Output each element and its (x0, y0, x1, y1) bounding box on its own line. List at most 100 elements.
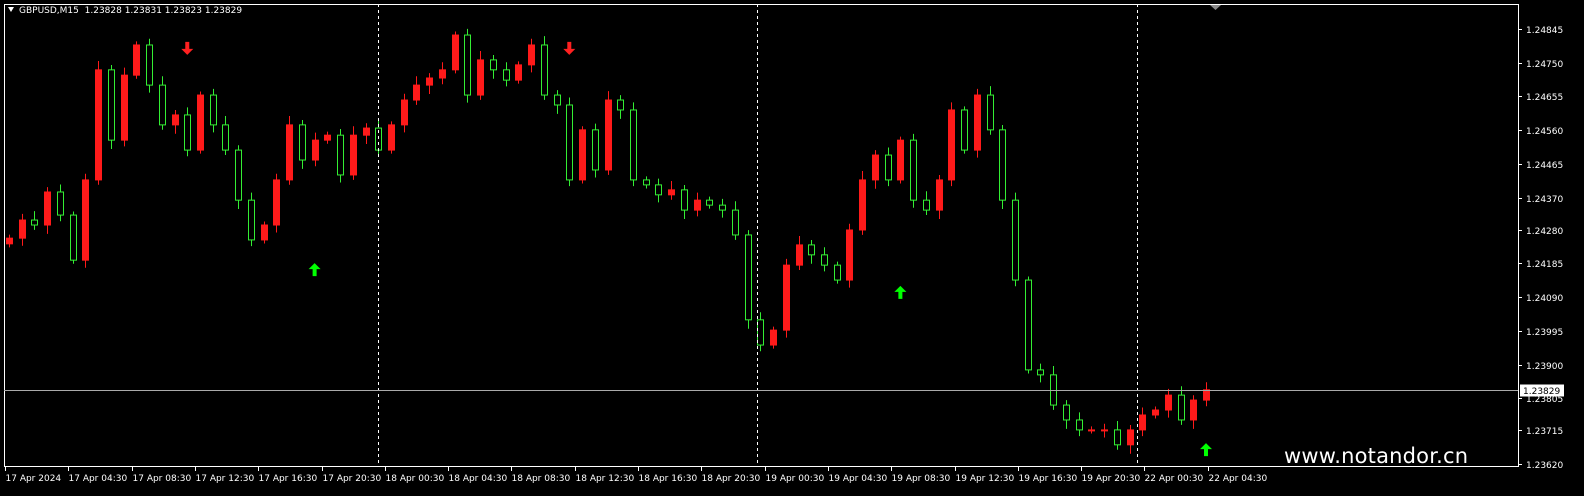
candle-body (273, 179, 280, 226)
bear-candle (464, 28, 471, 103)
bear-candle (566, 97, 573, 187)
candle-body (312, 139, 319, 161)
y-tick-label: 1.24370 (1526, 195, 1563, 205)
bull-candle (312, 132, 319, 167)
bull-candle (872, 150, 879, 189)
bear-candle (630, 102, 637, 187)
candle-body (1190, 399, 1197, 421)
candle-body (961, 109, 968, 151)
bull-candle (605, 91, 612, 175)
bull-candle (413, 76, 420, 105)
candle-body (82, 179, 89, 261)
candle-body (299, 124, 306, 161)
bull-candle (44, 187, 51, 234)
bull-candle (668, 180, 675, 200)
x-tick-label: 19 Apr 12:30 (956, 474, 1015, 484)
x-tick-label: 18 Apr 20:30 (702, 474, 761, 484)
candle-body (846, 229, 853, 281)
ohlc-quote: 1.23828 1.23831 1.23823 1.23829 (84, 6, 243, 16)
x-tick-label: 22 Apr 04:30 (1209, 474, 1268, 484)
bear-candle (706, 196, 713, 209)
x-tick-label: 18 Apr 08:30 (512, 474, 571, 484)
candle-body (796, 244, 803, 266)
bull-candle (439, 62, 446, 85)
bear-candle (159, 76, 166, 130)
bull-candle (579, 126, 586, 184)
x-tick-label: 17 Apr 2024 (6, 474, 62, 484)
candle-body (1203, 389, 1210, 401)
bear-candle (490, 55, 497, 79)
candle-body (770, 329, 777, 346)
x-tick-label: 18 Apr 12:30 (576, 474, 635, 484)
bull-candle (1165, 388, 1172, 418)
candle-body (1152, 409, 1159, 416)
candle-body (184, 114, 191, 151)
bull-candle (770, 326, 777, 349)
candle-body (1178, 394, 1185, 421)
x-tick-label: 18 Apr 04:30 (449, 474, 508, 484)
bear-candle (1178, 386, 1185, 425)
dropdown-triangle-icon[interactable] (8, 7, 14, 12)
candle-body (388, 124, 395, 151)
bear-candle (910, 133, 917, 208)
candle-body (197, 94, 204, 151)
bull-candle (6, 234, 13, 248)
signal-arrow-up-icon (308, 263, 321, 277)
candle-body (681, 189, 688, 211)
candle-body (146, 44, 153, 86)
candle-body (159, 84, 166, 126)
x-tick-label: 19 Apr 16:30 (1019, 474, 1078, 484)
candle-body (95, 69, 102, 181)
bull-candle (388, 121, 395, 154)
candle-body (248, 199, 255, 241)
candle-body (1050, 374, 1057, 406)
bull-candle (197, 91, 204, 154)
bull-candle (948, 102, 955, 187)
y-tick-label: 1.24560 (1526, 127, 1563, 137)
candle-body (579, 129, 586, 181)
candle-body (783, 264, 790, 331)
candle-body (592, 129, 599, 171)
y-tick-label: 1.24090 (1526, 294, 1563, 304)
candle-body (999, 129, 1006, 201)
x-tick-label: 19 Apr 20:30 (1082, 474, 1141, 484)
x-tick-label: 17 Apr 12:30 (196, 474, 255, 484)
candle-body (923, 199, 930, 211)
candle-body (528, 44, 535, 66)
candle-body (936, 179, 943, 211)
candle-body (350, 134, 357, 176)
bear-candle (1025, 276, 1032, 374)
candle-body (1037, 369, 1044, 376)
bull-candle (426, 73, 433, 94)
bull-candle (796, 236, 803, 271)
bear-candle (235, 145, 242, 210)
bear-candle (248, 192, 255, 247)
bull-candle (936, 175, 943, 219)
signal-arrow-up-icon (1200, 443, 1212, 457)
bear-candle (1114, 421, 1121, 450)
candle-body (222, 124, 229, 151)
bear-candle (70, 211, 77, 264)
bear-candle (541, 36, 548, 100)
bull-candle (477, 51, 484, 100)
bear-candle (1063, 400, 1070, 429)
bear-candle (1076, 412, 1083, 437)
bull-candle (172, 110, 179, 134)
candle-body (426, 77, 433, 86)
bear-candle (834, 261, 841, 284)
candle-body (515, 64, 522, 81)
candle-body (1114, 429, 1121, 446)
chart-header: GBPUSD,M15 1.23828 1.23831 1.23823 1.238… (8, 6, 242, 16)
bear-candle (210, 88, 217, 133)
bear-candle (592, 123, 599, 178)
candle-body (413, 84, 420, 101)
bull-candle (324, 131, 331, 144)
bull-candle (273, 173, 280, 233)
candle-body (630, 109, 637, 181)
price-chart[interactable]: 1.24845 1.24750 1.24655 1.24560 1.24465 1.243… (0, 0, 1584, 496)
candle-body (821, 254, 828, 266)
bull-candle (82, 173, 89, 268)
candle-body (757, 319, 764, 346)
bear-candle (1050, 365, 1057, 410)
bear-candle (503, 62, 510, 87)
